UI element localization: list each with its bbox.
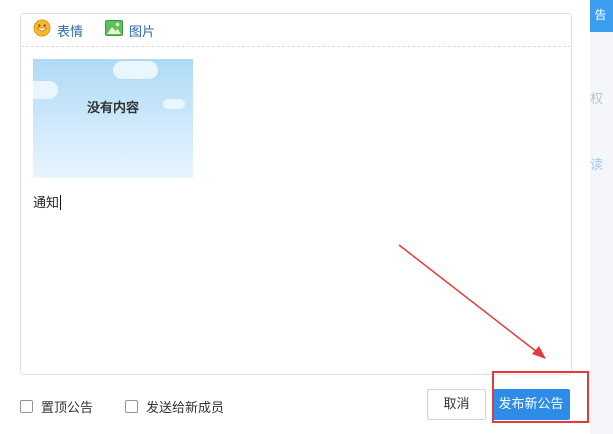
editor-toolbar: 表情 图片 — [21, 14, 571, 47]
announcement-editor[interactable]: 表情 图片 没有内容 通知 — [20, 13, 572, 375]
image-icon — [105, 20, 124, 40]
cloud-shape — [113, 61, 158, 79]
background-tab[interactable]: 告 — [588, 0, 613, 32]
body-text-content: 通知 — [33, 196, 60, 211]
send-new-members-checkbox[interactable] — [125, 400, 138, 413]
send-to-new-members-option[interactable]: 发送给新成员 — [125, 397, 224, 416]
image-placeholder[interactable]: 没有内容 — [33, 59, 193, 178]
background-faded-link: 读 — [590, 158, 604, 173]
image-button[interactable]: 图片 — [105, 20, 155, 40]
cancel-button[interactable]: 取消 — [427, 389, 486, 420]
background-faded-text: 权 — [590, 92, 604, 107]
image-placeholder-text: 没有内容 — [86, 101, 139, 116]
announcement-dialog: 表情 图片 没有内容 通知 置顶公告 发送给新成员 取消 发布新公告 — [0, 0, 590, 434]
emoji-label: 表情 — [57, 24, 84, 40]
pin-checkbox[interactable] — [20, 400, 33, 413]
highlight-box — [492, 371, 589, 423]
pin-announcement-option[interactable]: 置顶公告 — [20, 397, 93, 416]
image-label: 图片 — [129, 24, 156, 40]
editor-body-text[interactable]: 通知 — [33, 192, 62, 211]
smiley-face-icon — [33, 19, 51, 41]
pin-label: 置顶公告 — [41, 401, 94, 416]
send-new-members-label: 发送给新成员 — [146, 401, 225, 416]
emoji-button[interactable]: 表情 — [33, 19, 83, 41]
text-caret — [60, 195, 62, 210]
